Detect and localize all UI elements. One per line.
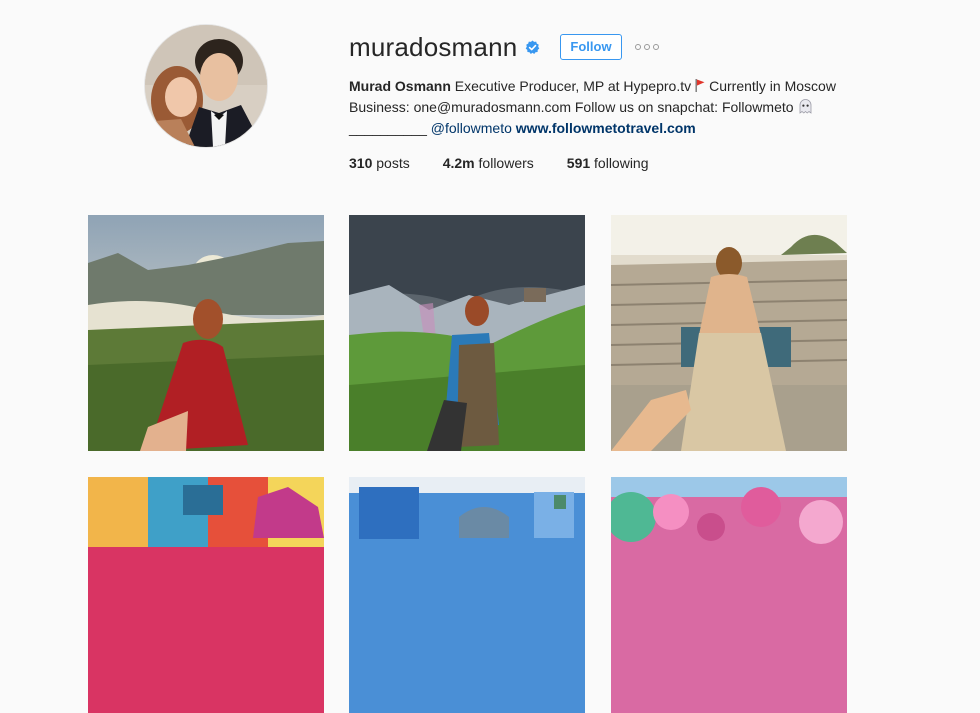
- following-stat[interactable]: 591 following: [567, 155, 649, 171]
- profile-stats: 310 posts 4.2m followers 591 following: [349, 155, 949, 171]
- verified-badge-icon: [525, 40, 540, 55]
- profile-bio: Murad Osmann Executive Producer, MP at H…: [349, 77, 949, 139]
- posts-stat: 310 posts: [349, 155, 410, 171]
- bio-underline: __________: [349, 120, 427, 136]
- followers-stat[interactable]: 4.2m followers: [443, 155, 534, 171]
- bio-handle-link[interactable]: @followmeto: [431, 120, 512, 136]
- posts-label: posts: [376, 154, 410, 171]
- post-thumbnail[interactable]: [611, 215, 847, 451]
- following-count: 591: [566, 154, 591, 171]
- bio-line-2: Business: one@muradosmann.com Follow us …: [349, 98, 949, 120]
- title-row: muradosmann Follow: [349, 30, 949, 64]
- profile-header: muradosmann Follow Murad Osmann Executiv…: [349, 30, 949, 171]
- posts-count: 310: [349, 154, 373, 171]
- ghost-icon: [798, 98, 813, 120]
- post-thumbnail[interactable]: [349, 477, 585, 713]
- follow-button[interactable]: Follow: [560, 34, 622, 60]
- full-name: Murad Osmann: [349, 78, 451, 94]
- profile-avatar[interactable]: [145, 25, 267, 147]
- bio-website-link[interactable]: www.followmetotravel.com: [516, 120, 696, 136]
- following-label: following: [594, 154, 649, 171]
- bio-line-3: __________ @followmeto www.followmetotra…: [349, 119, 949, 139]
- username: muradosmann: [349, 31, 518, 62]
- followers-label: followers: [478, 154, 534, 171]
- post-thumbnail[interactable]: [349, 215, 585, 451]
- bio-location: Currently in Moscow: [709, 78, 836, 94]
- more-options-icon[interactable]: [634, 44, 659, 50]
- followers-count: 4.2m: [442, 154, 475, 171]
- post-thumbnail[interactable]: [88, 215, 324, 451]
- bio-business: Business: one@muradosmann.com Follow us …: [349, 98, 794, 115]
- post-thumbnail[interactable]: [611, 477, 847, 713]
- bio-line-1: Murad Osmann Executive Producer, MP at H…: [349, 77, 949, 98]
- red-flag-icon: [695, 78, 705, 98]
- bio-title: Executive Producer, MP at Hypepro.tv: [454, 78, 692, 94]
- post-thumbnail[interactable]: [88, 477, 324, 713]
